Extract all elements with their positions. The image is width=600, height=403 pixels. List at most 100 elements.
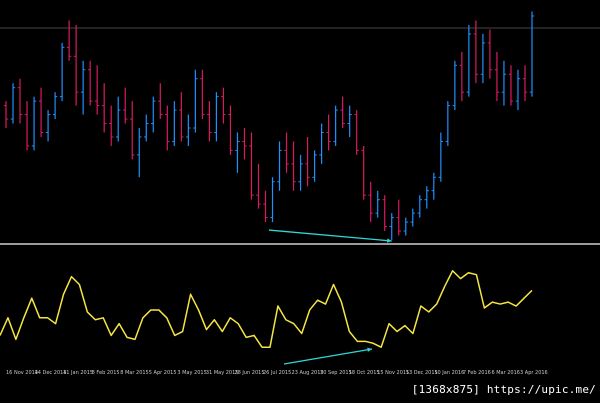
price-bar (396, 199, 401, 236)
date-tick-label: 10 Jan 2016 (434, 370, 465, 376)
price-divergence-arrow (268, 229, 392, 242)
footer-bar: [1368x875] https://upic.me/ (0, 383, 600, 403)
oscillator-panel[interactable] (0, 245, 600, 367)
price-bar (66, 20, 72, 61)
price-bar (333, 105, 338, 146)
price-bar (403, 217, 408, 236)
price-bar (389, 213, 394, 240)
price-bar (319, 123, 324, 164)
price-bar (31, 96, 37, 151)
price-bar (109, 105, 114, 146)
price-chart (0, 11, 600, 243)
price-bar (347, 105, 352, 137)
price-bar (221, 87, 226, 124)
watermark-text: [1368x875] https://upic.me/ (411, 383, 596, 396)
date-tick-label: 15 Nov 2015 (377, 370, 410, 376)
price-bar (3, 101, 9, 128)
price-bar (80, 60, 86, 115)
price-bar (340, 96, 345, 128)
price-bar (424, 186, 429, 209)
oscillator-series-line (0, 270, 533, 348)
date-tick-label: 23 Aug 2015 (291, 370, 324, 376)
date-tick-label: 3 May 2015 (177, 370, 207, 376)
price-bar (172, 101, 177, 146)
price-bar (263, 190, 268, 223)
price-bar (515, 69, 521, 111)
price-bar (214, 92, 219, 142)
price-bar (529, 11, 535, 97)
price-bar (445, 101, 451, 146)
price-bar (382, 195, 387, 232)
price-bar (94, 65, 100, 115)
price-bar (354, 110, 359, 155)
price-bar (312, 150, 317, 182)
price-bar (38, 87, 44, 137)
price-chart-panel[interactable] (0, 0, 600, 244)
price-bar (200, 69, 205, 120)
oscillator-chart (0, 270, 533, 365)
price-bar (249, 132, 254, 200)
date-tick-label: 8 Mar 2015 (120, 370, 149, 376)
date-tick-label: 13 Dec 2015 (405, 370, 438, 376)
price-bar (375, 190, 380, 218)
price-bar (501, 60, 507, 106)
price-bar (144, 114, 149, 142)
date-tick-label: 7 Feb 2016 (462, 370, 491, 376)
price-bar (101, 83, 107, 133)
price-bar (277, 141, 282, 191)
price-bar (431, 172, 437, 200)
price-bar (298, 154, 303, 191)
price-bar (123, 87, 128, 124)
price-bar (452, 60, 458, 111)
price-bar (438, 132, 444, 182)
price-bar (256, 163, 261, 209)
trading-terminal: 16 Nov 2014 14 Dec 2014 11 Jan 2015 8 Feb 2… (0, 0, 600, 403)
price-bar (87, 60, 93, 106)
price-bar (179, 92, 184, 142)
price-bar (417, 195, 422, 218)
price-bar (368, 181, 373, 223)
price-bar (137, 128, 142, 178)
price-bar (522, 65, 528, 102)
price-bar (24, 101, 30, 151)
price-bar (487, 29, 493, 79)
date-tick-label: 16 Nov 2014 (6, 370, 39, 376)
date-tick-label: 26 Jul 2015 (263, 370, 292, 376)
price-bar (10, 83, 16, 124)
date-axis: 16 Nov 2014 14 Dec 2014 11 Jan 2015 8 Feb 2… (0, 370, 560, 382)
price-bar (17, 78, 23, 124)
price-bar (45, 110, 51, 142)
price-bar (186, 114, 191, 146)
price-bar (270, 177, 275, 223)
date-tick-label: 3 Apr 2016 (520, 370, 548, 376)
price-bar (326, 114, 331, 151)
price-bar (508, 65, 514, 106)
price-bar (165, 105, 170, 151)
price-bar (242, 128, 247, 160)
date-tick-label: 5 Apr 2015 (148, 370, 177, 376)
price-bar (207, 101, 212, 142)
date-tick-label: 18 Oct 2015 (348, 370, 380, 376)
price-bar (284, 132, 289, 173)
price-bar (459, 51, 465, 102)
price-bar (466, 24, 472, 97)
price-bar (116, 96, 121, 142)
price-bar (151, 96, 156, 133)
price-bar (291, 141, 296, 191)
date-tick-label: 6 Mar 2016 (491, 370, 520, 376)
price-bar (228, 105, 233, 155)
date-tick-label: 8 Feb 2015 (91, 370, 120, 376)
price-bar (235, 132, 240, 173)
price-bar (473, 20, 479, 84)
price-bar (305, 136, 310, 187)
price-bar (73, 24, 79, 106)
price-bar (361, 145, 366, 200)
date-tick-label: 14 Dec 2014 (34, 370, 67, 376)
price-bar (193, 69, 198, 133)
price-bar (494, 51, 500, 102)
date-tick-label: 11 Jan 2015 (63, 370, 94, 376)
price-bar (410, 208, 415, 227)
date-tick-label: 28 Jun 2015 (234, 370, 265, 376)
date-tick-label: 20 Sep 2015 (320, 370, 352, 376)
price-bar (130, 101, 135, 160)
